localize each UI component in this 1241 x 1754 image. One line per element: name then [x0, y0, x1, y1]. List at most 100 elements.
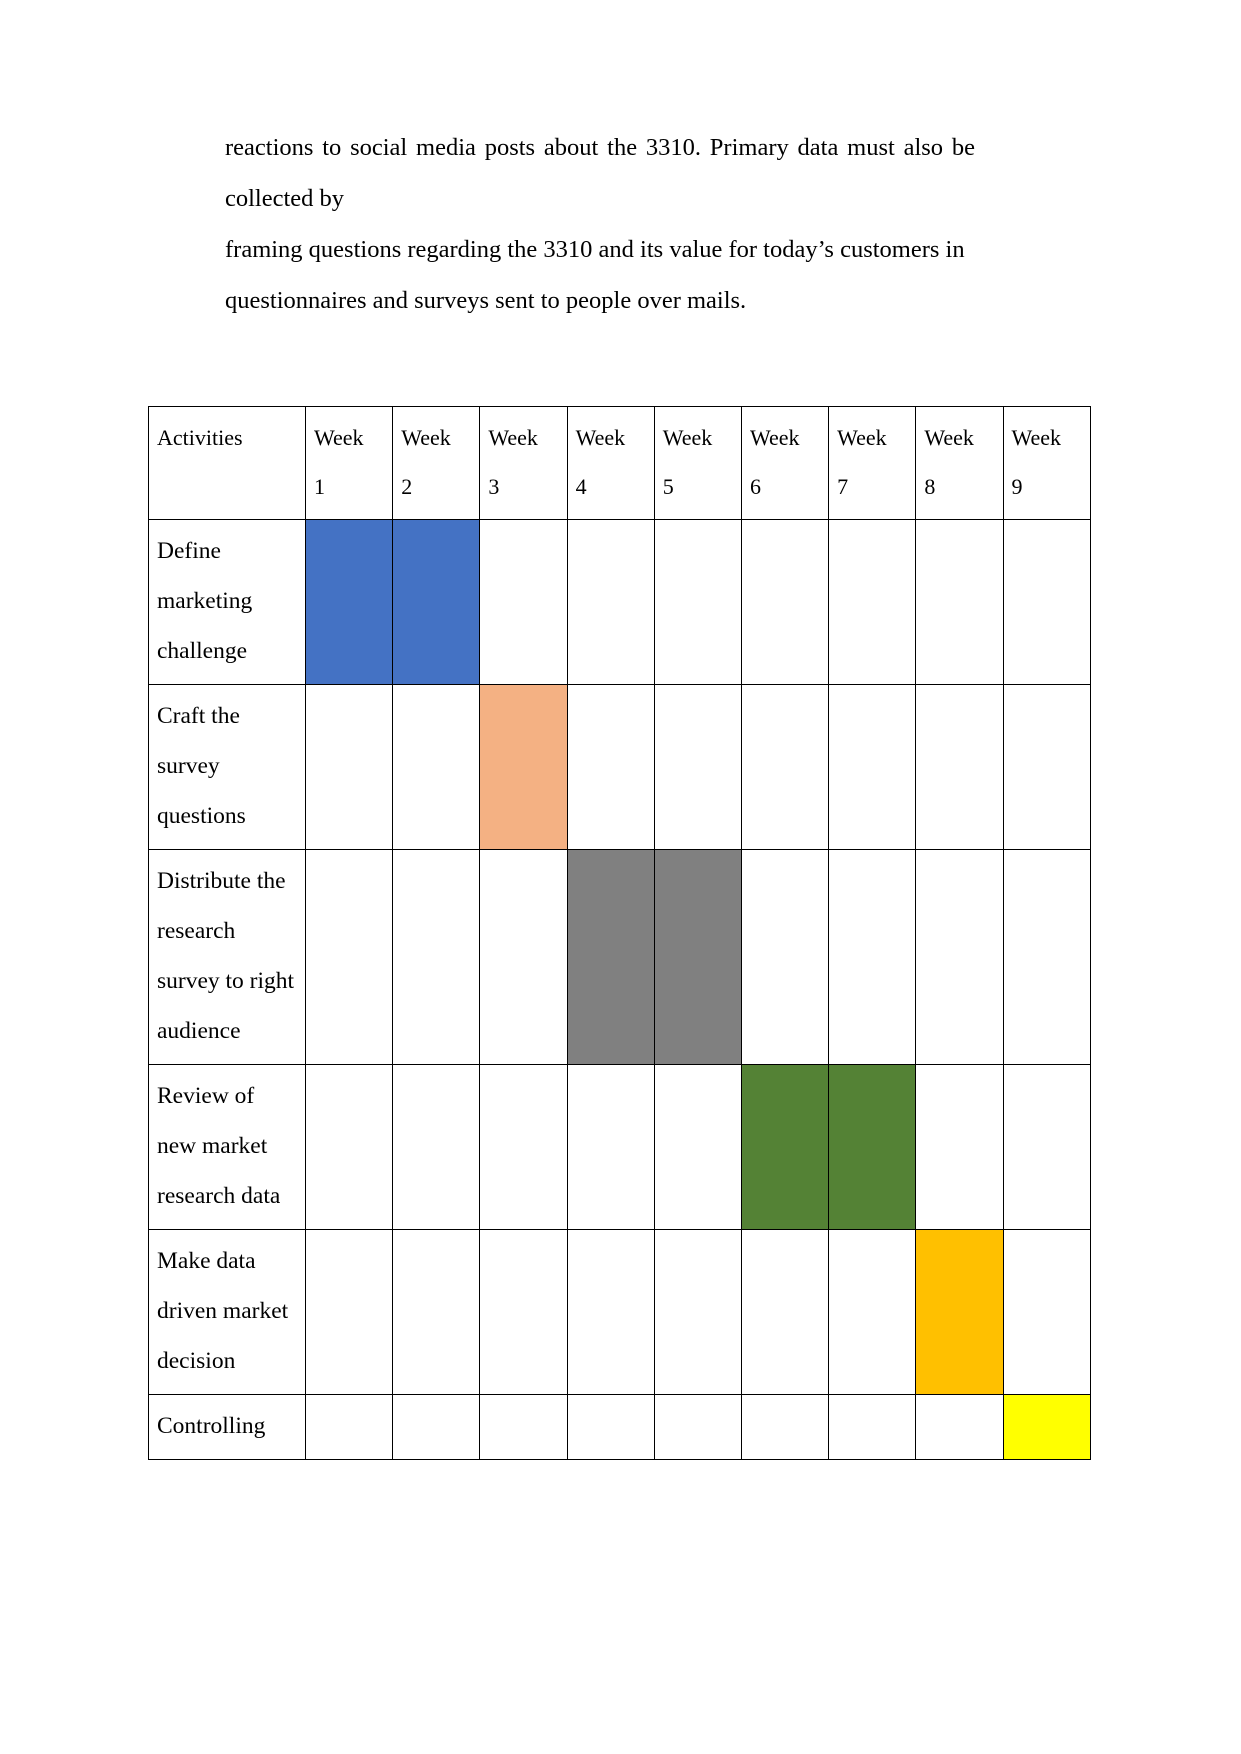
gantt-bar-review-of-new-market-research-data-week-6	[740, 1064, 830, 1230]
gantt-empty-cell-week-1	[304, 1064, 394, 1230]
activity-cell-define-marketing-challenge: Define marketing challenge	[148, 519, 306, 685]
column-header-week-6: Week 6	[740, 406, 830, 520]
gantt-empty-cell-week-3	[479, 849, 568, 1065]
table-header-row: Activities Week 1 Week 2 Week 3 Week 4 W…	[148, 406, 1091, 520]
column-header-activities: Activities	[148, 406, 306, 520]
gantt-empty-cell-week-2	[392, 1064, 481, 1230]
column-header-week-8: Week 8	[915, 406, 1004, 520]
activity-label: Craft the survey questions	[157, 703, 246, 829]
activity-label: Define marketing challenge	[157, 538, 253, 664]
gantt-empty-cell-week-5	[653, 1229, 742, 1395]
paragraph-line-2: framing questions regarding the 3310 and…	[225, 236, 965, 263]
gantt-bar-review-of-new-market-research-data-week-7	[828, 1064, 917, 1230]
activity-cell-make-data-driven-market-decision: Make data driven market decision	[148, 1229, 306, 1395]
gantt-empty-cell-week-2	[392, 1229, 481, 1395]
gantt-empty-cell-week-8	[915, 1394, 1004, 1460]
gantt-empty-cell-week-2	[392, 684, 481, 850]
week-number: 5	[662, 474, 674, 499]
week-label: Week	[837, 425, 887, 450]
gantt-empty-cell-week-1	[304, 684, 394, 850]
column-header-week-4: Week 4	[566, 406, 655, 520]
gantt-bar-define-marketing-challenge-week-1	[304, 519, 394, 685]
gantt-empty-cell-week-1	[304, 1394, 394, 1460]
gantt-empty-cell-week-4	[566, 1064, 655, 1230]
gantt-empty-cell-week-6	[740, 849, 830, 1065]
gantt-empty-cell-week-4	[566, 1229, 655, 1395]
gantt-empty-cell-week-2	[392, 849, 481, 1065]
gantt-empty-cell-week-2	[392, 1394, 481, 1460]
activity-label: Make data driven market decision	[157, 1248, 289, 1374]
gantt-table-body: Define marketing challenge Craft the surv…	[148, 519, 1091, 1460]
gantt-empty-cell-week-9	[1002, 684, 1091, 850]
week-number: 7	[837, 474, 849, 499]
gantt-empty-cell-week-1	[304, 849, 394, 1065]
gantt-empty-cell-week-8	[915, 519, 1004, 685]
week-number: 1	[314, 474, 325, 499]
activity-cell-controlling: Controlling	[148, 1394, 306, 1460]
table-row: Craft the survey questions	[148, 684, 1091, 850]
gantt-empty-cell-week-9	[1002, 1229, 1091, 1395]
gantt-empty-cell-week-4	[566, 519, 655, 685]
column-header-week-7: Week 7	[828, 406, 917, 520]
body-paragraph-block: reactions to social media posts about th…	[225, 122, 975, 326]
activity-cell-review-of-new-market-research-data: Review of new market research data	[148, 1064, 306, 1230]
gantt-empty-cell-week-7	[828, 1394, 917, 1460]
gantt-empty-cell-week-5	[653, 1064, 742, 1230]
gantt-empty-cell-week-3	[479, 1064, 568, 1230]
activity-label: Review of new market research data	[157, 1083, 281, 1209]
week-number: 3	[488, 474, 500, 499]
gantt-empty-cell-week-7	[828, 849, 917, 1065]
gantt-empty-cell-week-6	[740, 519, 830, 685]
gantt-empty-cell-week-4	[566, 1394, 655, 1460]
gantt-empty-cell-week-8	[915, 1064, 1004, 1230]
gantt-empty-cell-week-1	[304, 1229, 394, 1395]
gantt-empty-cell-week-3	[479, 519, 568, 685]
gantt-empty-cell-week-9	[1002, 849, 1091, 1065]
activity-cell-distribute-the-research-survey-to-right-audience: Distribute the research survey to right …	[148, 849, 306, 1065]
gantt-empty-cell-week-5	[653, 1394, 742, 1460]
gantt-bar-make-data-driven-market-decision-week-8	[915, 1229, 1004, 1395]
week-label: Week	[314, 425, 364, 450]
week-label: Week	[488, 425, 538, 450]
week-number: 8	[924, 474, 936, 499]
gantt-empty-cell-week-8	[915, 684, 1004, 850]
week-number: 6	[749, 474, 761, 499]
gantt-empty-cell-week-7	[828, 519, 917, 685]
gantt-empty-cell-week-6	[740, 1394, 830, 1460]
gantt-empty-cell-week-3	[479, 1229, 568, 1395]
activity-label: Controlling	[157, 1413, 266, 1439]
gantt-bar-distribute-the-research-survey-to-right-audience-week-5	[653, 849, 742, 1065]
week-label: Week	[662, 425, 713, 450]
column-header-week-1: Week 1	[304, 406, 394, 520]
activity-cell-craft-the-survey-questions: Craft the survey questions	[148, 684, 306, 850]
body-paragraph-line-3-wrap: questionnaires and surveys sent to peopl…	[225, 275, 975, 326]
gantt-bar-distribute-the-research-survey-to-right-audience-week-4	[566, 849, 655, 1065]
week-label: Week	[575, 425, 626, 450]
body-paragraph-line-2-wrap: framing questions regarding the 3310 and…	[225, 224, 975, 275]
gantt-empty-cell-week-6	[740, 684, 830, 850]
gantt-empty-cell-week-9	[1002, 519, 1091, 685]
paragraph-line-3: questionnaires and surveys sent to peopl…	[225, 287, 747, 314]
column-header-week-3: Week 3	[479, 406, 568, 520]
column-header-week-9: Week 9	[1002, 406, 1091, 520]
column-header-week-2: Week 2	[392, 406, 481, 520]
gantt-empty-cell-week-3	[479, 1394, 568, 1460]
gantt-empty-cell-week-8	[915, 849, 1004, 1065]
week-label: Week	[924, 425, 974, 450]
table-row: Distribute the research survey to right …	[148, 849, 1091, 1065]
table-row: Review of new market research data	[148, 1064, 1091, 1230]
gantt-bar-craft-the-survey-questions-week-3	[479, 684, 568, 850]
column-header-activities-label: Activities	[157, 425, 243, 450]
gantt-empty-cell-week-7	[828, 1229, 917, 1395]
gantt-empty-cell-week-4	[566, 684, 655, 850]
week-number: 4	[575, 474, 587, 499]
gantt-empty-cell-week-5	[653, 519, 742, 685]
gantt-empty-cell-week-9	[1002, 1064, 1091, 1230]
week-label: Week	[749, 425, 800, 450]
week-label: Week	[401, 425, 451, 450]
table-row: Make data driven market decision	[148, 1229, 1091, 1395]
gantt-table-header: Activities Week 1 Week 2 Week 3 Week 4 W…	[148, 406, 1091, 520]
body-paragraph: reactions to social media posts about th…	[225, 122, 975, 224]
paragraph-line-1: reactions to social media posts about th…	[225, 134, 975, 212]
week-label: Week	[1011, 425, 1062, 450]
